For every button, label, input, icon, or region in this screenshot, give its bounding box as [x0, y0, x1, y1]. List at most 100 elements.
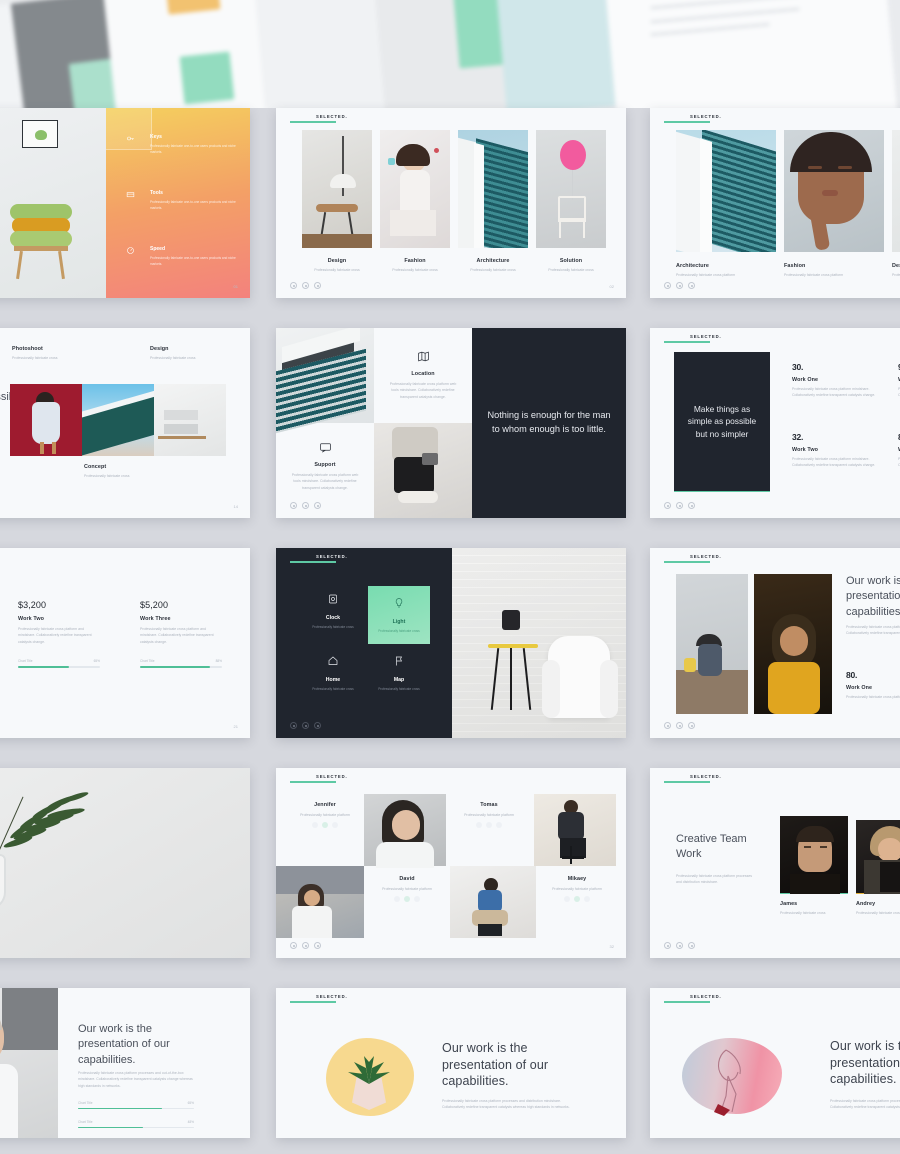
pagination-dot[interactable]	[664, 282, 671, 289]
pagination-dot[interactable]	[676, 502, 683, 509]
slide-dark-features[interactable]: SELECTED. Clock Professionally fabricate…	[276, 548, 626, 738]
photo-strip	[10, 384, 226, 456]
team-member-andrey[interactable]: Andrey Professionally fabricate cross	[856, 820, 900, 916]
social-icon[interactable]	[404, 896, 410, 903]
feature-tools[interactable]: Tools Professionally fabricate one-to-on…	[126, 190, 244, 211]
brand-logo: SELECTED.	[664, 334, 721, 343]
slide-pagination[interactable]	[664, 502, 695, 509]
team-member-david[interactable]: David Professionally fabricate platform	[368, 876, 446, 903]
feature-keys[interactable]: Keys Professionally fabricate one-to-one…	[126, 134, 244, 155]
pagination-dot[interactable]	[676, 942, 683, 949]
slide-our-work-stat[interactable]: SELECTED. Our work is the presentation o…	[650, 548, 900, 738]
feature-map[interactable]: Map Professionally fabricate cross	[368, 654, 430, 691]
slide-pagination[interactable]	[290, 722, 321, 729]
category-card[interactable]: Architecture Professionally fabricate cr…	[458, 130, 528, 273]
pagination-dot[interactable]	[314, 502, 321, 509]
member-socials[interactable]	[368, 896, 446, 903]
slide-our-work-plant[interactable]: SELECTED. Our work is the presentation o…	[276, 988, 626, 1138]
bar-track	[140, 665, 222, 668]
pagination-dot[interactable]	[290, 942, 297, 949]
slide-keys-tools-speed[interactable]: Keys Professionally fabricate one-to-one…	[0, 108, 250, 298]
feature-speed[interactable]: Speed Professionally fabricate one-to-on…	[126, 246, 244, 267]
feature-title: Clock	[325, 615, 341, 621]
social-icon[interactable]	[312, 822, 318, 829]
page-number: 02	[609, 284, 614, 289]
pagination-dot[interactable]	[290, 722, 297, 729]
feature-clock[interactable]: Clock Professionally fabricate cross	[302, 592, 364, 629]
slide-photoshoot-design-concept[interactable]: gs as ssible mpler Photoshoot Profession…	[0, 328, 250, 518]
pagination-dot[interactable]	[302, 502, 309, 509]
pagination-dot[interactable]	[688, 722, 695, 729]
feature-body: Professionally fabricate cross	[312, 687, 354, 691]
slide-palm-leaf[interactable]	[0, 768, 250, 958]
pagination-dot[interactable]	[314, 282, 321, 289]
feature-home[interactable]: Home Professionally fabricate cross	[302, 654, 364, 691]
category-card[interactable]: Fashion Professionally fabricate cross p…	[784, 130, 884, 278]
bar-track	[78, 1126, 194, 1129]
photo-architecture	[676, 130, 776, 252]
slide-simple-stats[interactable]: SELECTED. Make things as simple as possi…	[650, 328, 900, 518]
pagination-dot[interactable]	[314, 722, 321, 729]
slide-pagination[interactable]	[290, 502, 321, 509]
pagination-dot[interactable]	[688, 502, 695, 509]
pagination-dot[interactable]	[688, 942, 695, 949]
member-socials[interactable]	[538, 896, 616, 903]
slide-pagination[interactable]	[290, 942, 321, 949]
social-icon[interactable]	[414, 896, 420, 903]
social-icon[interactable]	[496, 822, 502, 829]
member-socials[interactable]	[450, 822, 528, 829]
pagination-dot[interactable]	[290, 282, 297, 289]
brand-logo-rule	[290, 561, 336, 563]
pricing-plan[interactable]: $5,200 Work Three Professionally fabrica…	[140, 600, 222, 668]
slide-three-categories[interactable]: SELECTED. Architecture Professionally fa…	[650, 108, 900, 298]
category-card[interactable]: Design Professionally fabricate cross	[302, 130, 372, 273]
feature-light[interactable]: Light Professionally fabricate cross	[368, 586, 430, 644]
slide-pagination[interactable]	[664, 722, 695, 729]
social-icon[interactable]	[486, 822, 492, 829]
team-member-jennifer[interactable]: Jennifer Professionally fabricate platfo…	[286, 802, 364, 829]
social-icon[interactable]	[574, 896, 580, 903]
pagination-dot[interactable]	[664, 722, 671, 729]
pricing-plan[interactable]: $3,200 Work Two Professionally fabricate…	[18, 600, 100, 668]
category-card[interactable]: Architecture Professionally fabricate cr…	[676, 130, 776, 278]
pagination-dot[interactable]	[688, 282, 695, 289]
social-icon[interactable]	[322, 822, 328, 829]
pagination-dot[interactable]	[302, 722, 309, 729]
feature-title: Speed	[150, 246, 166, 252]
pagination-dot[interactable]	[664, 502, 671, 509]
pagination-dot[interactable]	[302, 942, 309, 949]
category-title: Fashion	[404, 258, 426, 264]
social-icon[interactable]	[564, 896, 570, 903]
category-card[interactable]: Design Professionally fabricate	[892, 130, 900, 278]
slide-our-work-bars[interactable]: Our work is the presentation of our capa…	[0, 988, 250, 1138]
pagination-dot[interactable]	[302, 282, 309, 289]
pagination-dot[interactable]	[676, 722, 683, 729]
member-socials[interactable]	[286, 822, 364, 829]
social-icon[interactable]	[476, 822, 482, 829]
pagination-dot[interactable]	[314, 942, 321, 949]
social-icon[interactable]	[332, 822, 338, 829]
slide-location-support-quote[interactable]: Location Professionally fabricate cross …	[276, 328, 626, 518]
feature-location[interactable]: Location Professionally fabricate cross …	[374, 328, 472, 423]
pagination-dot[interactable]	[290, 502, 297, 509]
brand-logo: SELECTED.	[290, 114, 347, 123]
slide-pagination[interactable]	[664, 942, 695, 949]
category-card[interactable]: Solution Professionally fabricate cross	[536, 130, 606, 273]
pagination-dot[interactable]	[676, 282, 683, 289]
brand-logo: SELECTED.	[664, 114, 721, 123]
slide-pagination[interactable]	[290, 282, 321, 289]
team-member-tomas[interactable]: Tomas Professionally fabricate platform	[450, 802, 528, 829]
slide-four-categories[interactable]: SELECTED. Design Professionally fabricat…	[276, 108, 626, 298]
slide-pricing[interactable]: 58% $3,200 Work Two Professionally fabri…	[0, 548, 250, 738]
category-card[interactable]: Fashion Professionally fabricate cross	[380, 130, 450, 273]
pagination-dot[interactable]	[664, 942, 671, 949]
slide-team-grid[interactable]: SELECTED. Jennifer Professionally fabric…	[276, 768, 626, 958]
slide-pagination[interactable]	[664, 282, 695, 289]
slide-creative-team-work[interactable]: SELECTED. Creative Team Work Professiona…	[650, 768, 900, 958]
social-icon[interactable]	[394, 896, 400, 903]
team-member-mikaey[interactable]: Mikaey Professionally fabricate platform	[538, 876, 616, 903]
category-body: Professionally fabricate cross	[392, 268, 438, 272]
social-icon[interactable]	[584, 896, 590, 903]
slide-our-work-brush[interactable]: SELECTED. Our work is t presentation cap…	[650, 988, 900, 1138]
team-member-james[interactable]: James Professionally fabricate cross	[780, 816, 848, 916]
